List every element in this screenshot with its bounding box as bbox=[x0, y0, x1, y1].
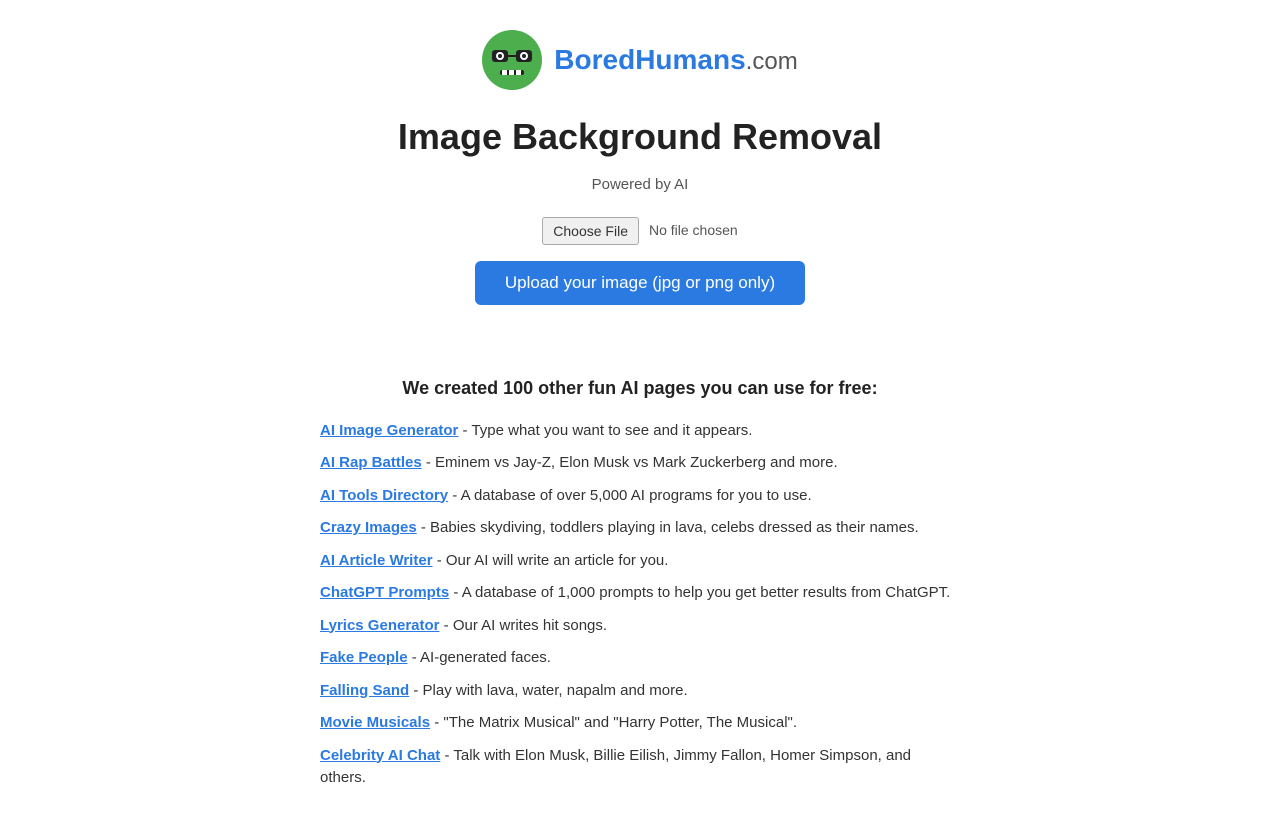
list-item: AI Rap Battles - Eminem vs Jay-Z, Elon M… bbox=[320, 452, 960, 475]
choose-file-button[interactable]: Choose File bbox=[542, 217, 639, 245]
logo-area: BoredHumans.com bbox=[180, 30, 1100, 90]
list-item: Movie Musicals - "The Matrix Musical" an… bbox=[320, 712, 960, 735]
list-item: Celebrity AI Chat - Talk with Elon Musk,… bbox=[320, 745, 960, 790]
list-item: Crazy Images - Babies skydiving, toddler… bbox=[320, 517, 960, 540]
promo-link[interactable]: ChatGPT Prompts bbox=[320, 584, 449, 601]
list-item: Falling Sand - Play with lava, water, na… bbox=[320, 680, 960, 703]
no-file-label: No file chosen bbox=[649, 220, 738, 241]
promo-link[interactable]: Lyrics Generator bbox=[320, 617, 440, 634]
promo-link[interactable]: Fake People bbox=[320, 649, 408, 666]
logo-bored: Bored bbox=[554, 44, 635, 75]
page-title: Image Background Removal bbox=[180, 110, 1100, 164]
bored-humans-logo-icon bbox=[482, 30, 542, 90]
list-item: Lyrics Generator - Our AI writes hit son… bbox=[320, 615, 960, 638]
logo-text: BoredHumans.com bbox=[554, 39, 797, 81]
promo-link[interactable]: AI Image Generator bbox=[320, 422, 458, 439]
list-item: ChatGPT Prompts - A database of 1,000 pr… bbox=[320, 582, 960, 605]
promo-link[interactable]: AI Article Writer bbox=[320, 552, 433, 569]
upload-button[interactable]: Upload your image (jpg or png only) bbox=[475, 261, 805, 305]
promo-list: AI Image Generator - Type what you want … bbox=[320, 420, 960, 790]
logo-dotcom: .com bbox=[746, 48, 798, 75]
list-item: Fake People - AI-generated faces. bbox=[320, 647, 960, 670]
promo-link[interactable]: Celebrity AI Chat bbox=[320, 747, 440, 764]
page-wrapper: BoredHumans.com Image Background Removal… bbox=[160, 0, 1120, 820]
promo-link[interactable]: Falling Sand bbox=[320, 682, 409, 699]
promo-heading: We created 100 other fun AI pages you ca… bbox=[320, 375, 960, 402]
logo-humans: Humans bbox=[635, 44, 745, 75]
powered-by-text: Powered by AI bbox=[180, 174, 1100, 197]
list-item: AI Image Generator - Type what you want … bbox=[320, 420, 960, 443]
file-input-area: Choose File No file chosen bbox=[180, 217, 1100, 245]
promo-link[interactable]: AI Rap Battles bbox=[320, 454, 422, 471]
list-item: AI Article Writer - Our AI will write an… bbox=[320, 550, 960, 573]
promo-link[interactable]: Crazy Images bbox=[320, 519, 417, 536]
list-item: AI Tools Directory - A database of over … bbox=[320, 485, 960, 508]
promo-section: We created 100 other fun AI pages you ca… bbox=[320, 355, 960, 790]
promo-link[interactable]: AI Tools Directory bbox=[320, 487, 448, 504]
promo-link[interactable]: Movie Musicals bbox=[320, 714, 430, 731]
